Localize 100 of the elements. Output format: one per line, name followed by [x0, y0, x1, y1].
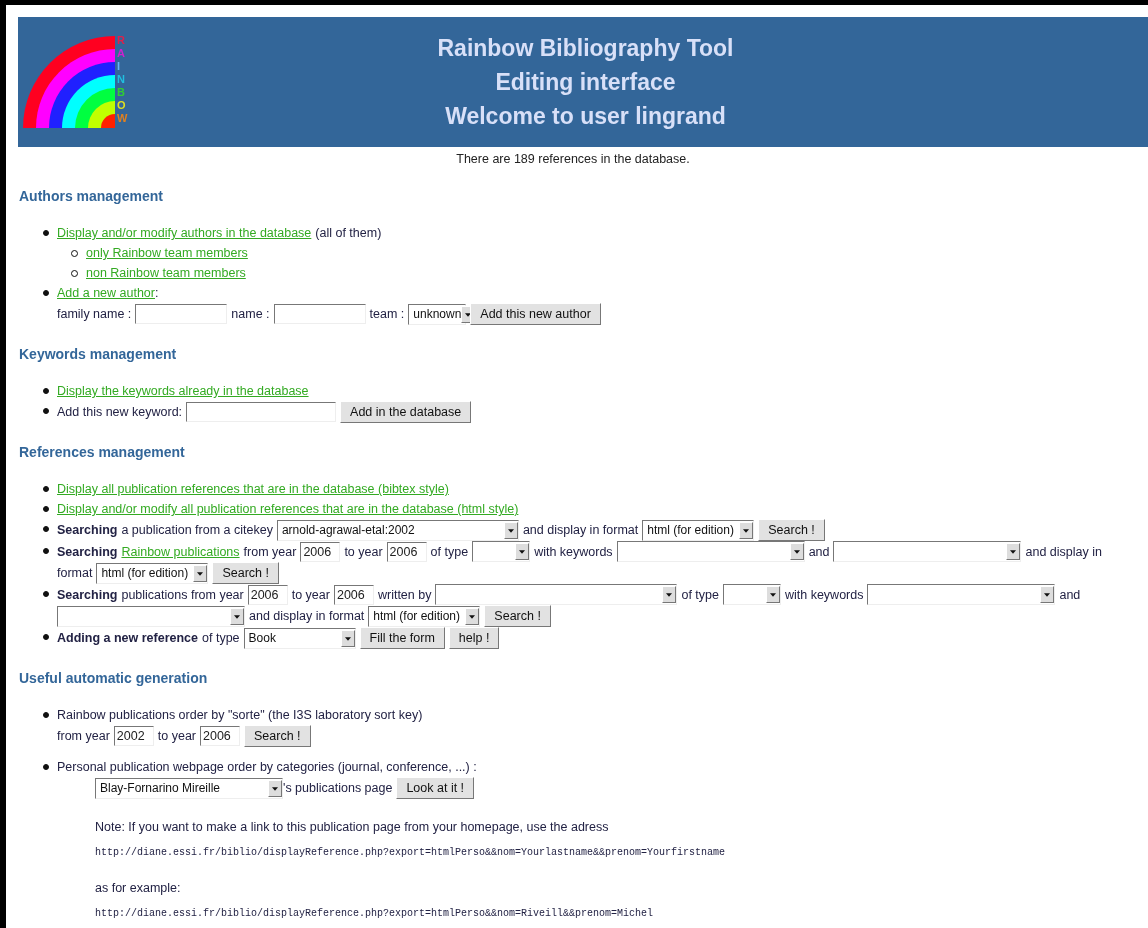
input-field[interactable] — [273, 304, 366, 324]
caret-icon — [503, 521, 518, 539]
count-text: There are 189 references in the database. — [455, 151, 691, 167]
dropdown[interactable]: Blay-Fornarino Mireille — [95, 777, 283, 799]
label-text: to year — [157, 728, 196, 745]
caret-icon — [230, 607, 244, 625]
input-field[interactable]: 2006 — [300, 541, 341, 562]
bullet-icon — [43, 506, 49, 512]
caret-icon — [268, 779, 282, 797]
label-text: team : — [369, 306, 405, 323]
label-text: Rainbow publications order by "sorte" (the I3S laboratory sort key) — [57, 707, 423, 724]
button[interactable]: Look at it ! — [396, 777, 475, 799]
label-text: to year — [344, 543, 383, 561]
page-title: Editing interface — [495, 69, 676, 95]
bullet-icon — [43, 712, 49, 718]
dropdown[interactable]: html (for edition) — [368, 605, 481, 627]
label-text: (all of them) — [315, 225, 382, 242]
label-text: and display in format — [249, 608, 365, 625]
dropdown[interactable]: Book — [243, 627, 356, 649]
button[interactable]: Add this new author — [470, 303, 601, 325]
button[interactable]: Search ! — [758, 519, 825, 541]
bullet-icon — [43, 230, 49, 236]
label-text: family name : — [57, 306, 132, 323]
label-text: Personal publication webpage order by categories (journal, conference, ...) : — [57, 759, 477, 776]
url-text: http://diane.essi.fr/biblio/displayReference.php?export=htmlPerso&&nom=Yourlastname&&prenom=Yourfirstname — [95, 846, 727, 860]
dropdown[interactable]: html (for edition) — [642, 519, 755, 541]
label-text: with keywords — [784, 586, 864, 604]
bullet-icon — [43, 486, 49, 492]
dropdown[interactable]: unknown — [408, 303, 467, 325]
caret-icon — [193, 564, 208, 582]
dropdown[interactable] — [722, 584, 781, 605]
input-field[interactable]: 2002 — [113, 726, 154, 746]
dropdown[interactable] — [435, 584, 678, 605]
bullet-icon — [43, 526, 49, 532]
note-text: as for example: — [95, 880, 182, 896]
label-text: Searching — [57, 543, 118, 561]
label-text: name : — [231, 306, 270, 323]
dropdown[interactable] — [472, 541, 531, 562]
button[interactable]: Search ! — [484, 605, 551, 627]
input-field[interactable]: 2006 — [386, 541, 427, 562]
input-field[interactable] — [186, 402, 337, 422]
label-text: Searching — [57, 586, 118, 604]
button[interactable]: Search ! — [212, 562, 279, 584]
label-text: 's publications page — [283, 780, 393, 797]
label-text: to year — [291, 586, 330, 604]
label-text: and display in format — [522, 522, 639, 539]
bullet-icon — [43, 388, 49, 394]
caret-icon — [515, 543, 530, 560]
logo-letter: W — [117, 112, 128, 125]
logo-letter: O — [117, 99, 127, 112]
label-text: Searching — [57, 522, 118, 539]
dropdown[interactable] — [57, 605, 245, 627]
caret-icon — [1040, 586, 1055, 603]
bullet-icon — [43, 548, 49, 554]
label-text: of type — [681, 586, 719, 604]
label-text: a publication from a citekey — [121, 522, 273, 539]
logo-letter: N — [117, 73, 126, 86]
caret-icon — [662, 586, 677, 603]
logo-letter: B — [117, 86, 126, 99]
bullet-icon — [43, 764, 49, 770]
button[interactable]: Add in the database — [340, 401, 472, 423]
logo-letter: R — [117, 34, 126, 47]
label-text: Adding a new reference — [57, 630, 198, 647]
dropdown[interactable] — [833, 541, 1022, 562]
caret-icon — [465, 607, 480, 625]
logo-letter: I — [117, 60, 122, 73]
section-heading: Keywords management — [19, 345, 178, 363]
page-title: Rainbow Bibliography Tool — [437, 35, 734, 61]
dropdown[interactable] — [616, 541, 805, 562]
caret-icon — [340, 629, 355, 647]
input-field[interactable]: 2006 — [333, 584, 374, 605]
label-text: of type — [202, 630, 240, 647]
caret-icon — [789, 543, 804, 560]
input-field[interactable]: 2006 — [200, 726, 240, 746]
label-text: with keywords — [534, 543, 613, 561]
caret-icon — [1006, 543, 1021, 560]
dropdown[interactable] — [867, 584, 1056, 605]
label-text: publications from year — [121, 586, 244, 604]
bullet-icon — [71, 270, 78, 277]
label-text: format — [57, 565, 93, 582]
label-text: of type — [430, 543, 469, 561]
button[interactable]: Search ! — [244, 725, 311, 747]
url-text: http://diane.essi.fr/biblio/displayReference.php?export=htmlPerso&&nom=Riveill&&prenom=Michel — [95, 907, 655, 921]
section-heading: Authors management — [19, 187, 164, 205]
input-field[interactable]: 2006 — [247, 584, 288, 605]
bullet-icon — [43, 591, 49, 597]
bullet-icon — [43, 408, 49, 414]
dropdown[interactable]: arnold-agrawal-etal:2002 — [276, 519, 519, 541]
caret-icon — [739, 521, 754, 539]
input-field[interactable] — [135, 304, 228, 324]
section-heading: References management — [19, 443, 186, 461]
label-text: and — [808, 543, 830, 561]
dropdown[interactable]: html (for edition) — [96, 562, 209, 584]
label-text: from year — [57, 728, 110, 745]
button[interactable]: Fill the form — [359, 627, 445, 649]
label-text: from year — [243, 543, 297, 561]
label-text: : — [155, 285, 159, 302]
button[interactable]: help ! — [448, 627, 500, 649]
label-text: and — [1059, 586, 1081, 604]
bullet-icon — [43, 290, 49, 296]
